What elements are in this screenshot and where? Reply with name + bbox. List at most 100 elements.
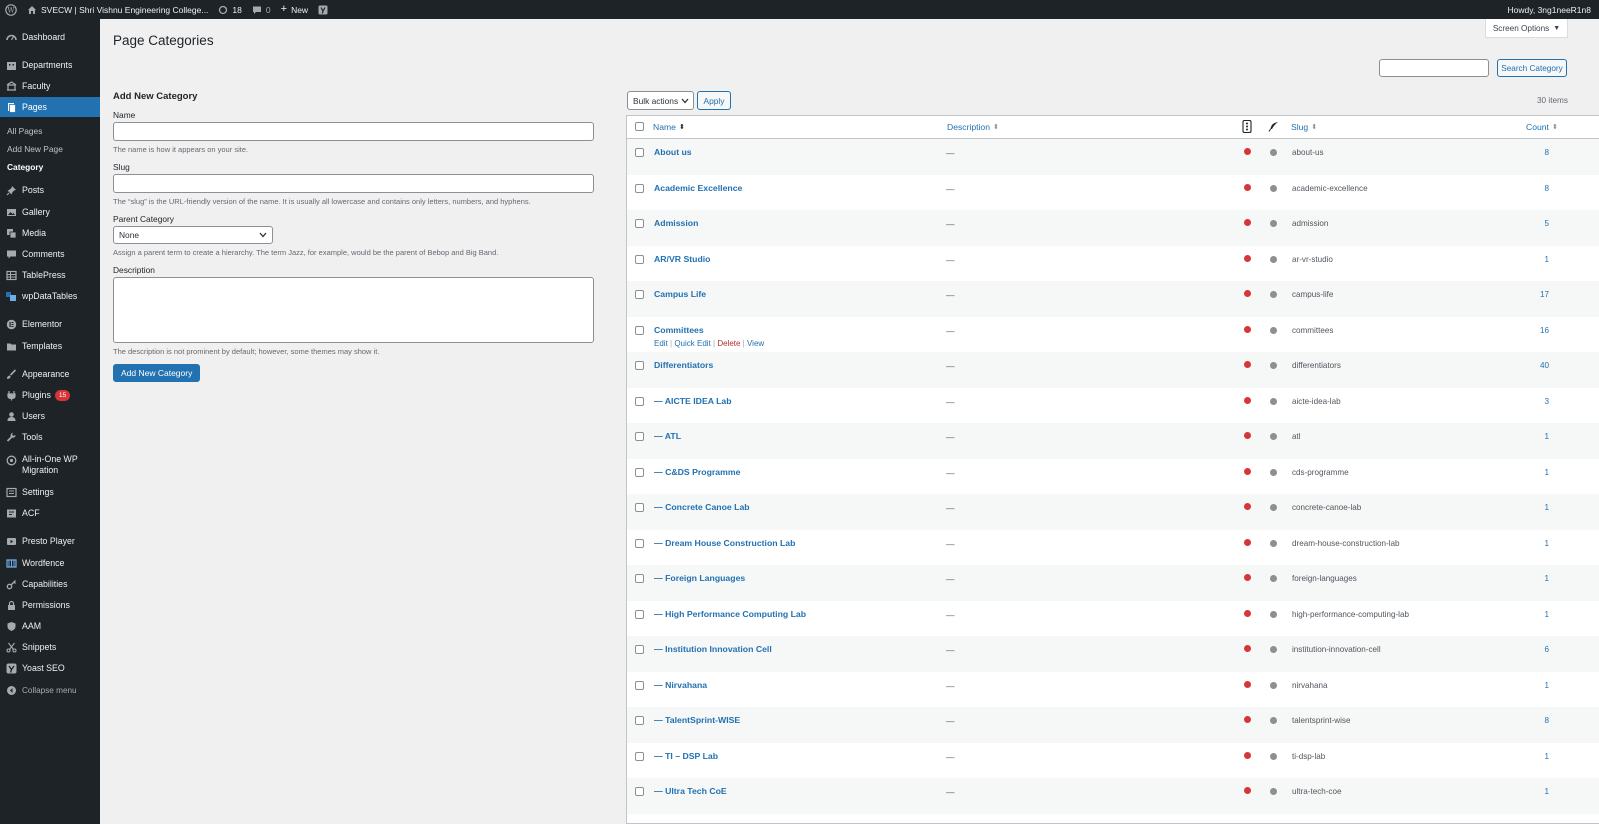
menu-acf[interactable]: ACF [0, 503, 100, 523]
menu-plugins[interactable]: Plugins 15 [0, 385, 100, 405]
menu-media[interactable]: Media [0, 223, 100, 243]
submenu-add-new-page[interactable]: Add New Page [7, 144, 63, 154]
row-checkbox[interactable] [635, 787, 644, 796]
submenu-all-pages[interactable]: All Pages [7, 126, 42, 136]
category-name-link[interactable]: — Dream House Construction Lab [654, 538, 795, 548]
category-name-link[interactable]: — C&DS Programme [654, 467, 740, 477]
category-count-link[interactable]: 8 [1507, 716, 1549, 725]
menu-comments[interactable]: Comments [0, 244, 100, 264]
category-count-link[interactable]: 8 [1507, 184, 1549, 193]
menu-capabilities[interactable]: Capabilities [0, 574, 100, 594]
menu-tools[interactable]: Tools [0, 427, 100, 447]
category-count-link[interactable]: 3 [1507, 397, 1549, 406]
comments-link[interactable]: 0 [247, 0, 276, 19]
row-checkbox[interactable] [635, 325, 644, 335]
row-checkbox[interactable] [635, 396, 644, 406]
category-count-link[interactable]: 1 [1507, 787, 1549, 796]
menu-permissions[interactable]: Permissions [0, 595, 100, 615]
menu-wpdatatables[interactable]: wpDataTables [0, 286, 100, 306]
collapse-menu-button[interactable]: Collapse menu [0, 680, 100, 700]
menu-presto-player[interactable]: Presto Player [0, 531, 100, 551]
menu-appearance[interactable]: Appearance [0, 364, 100, 384]
row-checkbox[interactable] [635, 609, 644, 619]
category-name-link[interactable]: — TI – DSP Lab [654, 751, 718, 761]
menu-aam[interactable]: AAM [0, 616, 100, 636]
quick-edit-link[interactable]: Quick Edit [674, 339, 710, 348]
row-checkbox[interactable] [635, 467, 644, 477]
parent-category-select[interactable]: None [113, 226, 273, 244]
menu-dashboard[interactable]: Dashboard [0, 27, 100, 47]
category-count-link[interactable]: 5 [1507, 219, 1549, 228]
row-checkbox[interactable] [635, 716, 644, 725]
category-name-link[interactable]: — Foreign Languages [654, 573, 745, 583]
search-category-button[interactable]: Search Category [1497, 59, 1567, 77]
category-name-link[interactable]: AR/VR Studio [654, 254, 710, 264]
category-name-link[interactable]: — Concrete Canoe Lab [654, 502, 750, 512]
description-textarea[interactable] [113, 277, 594, 343]
search-category-input[interactable] [1379, 59, 1489, 77]
category-count-link[interactable]: 40 [1507, 361, 1549, 370]
menu-faculty[interactable]: Faculty [0, 76, 100, 96]
row-checkbox[interactable] [635, 148, 644, 157]
row-checkbox[interactable] [635, 538, 644, 548]
category-name-link[interactable]: — Nirvahana [654, 680, 707, 690]
row-checkbox[interactable] [635, 219, 644, 228]
category-name-link[interactable]: Academic Excellence [654, 183, 742, 193]
category-count-link[interactable]: 1 [1507, 539, 1549, 548]
category-name-link[interactable]: Campus Life [654, 289, 706, 299]
delete-link[interactable]: Delete [717, 339, 740, 348]
category-count-link[interactable]: 1 [1507, 752, 1549, 761]
menu-tablepress[interactable]: TablePress [0, 265, 100, 285]
menu-all-in-one-migration[interactable]: All-in-One WP Migration [0, 454, 100, 480]
row-checkbox[interactable] [635, 680, 644, 690]
category-count-link[interactable]: 1 [1507, 574, 1549, 583]
row-checkbox[interactable] [635, 361, 644, 370]
menu-wordfence[interactable]: Wordfence [0, 553, 100, 573]
row-checkbox[interactable] [635, 183, 644, 193]
bulk-actions-select[interactable]: Bulk actions [627, 91, 694, 110]
category-name-link[interactable]: — Institution Innovation Cell [654, 644, 772, 654]
row-checkbox[interactable] [635, 254, 644, 264]
row-checkbox[interactable] [635, 503, 644, 512]
site-name-link[interactable]: SVECW | Shri Vishnu Engineering College.… [22, 0, 213, 19]
row-checkbox[interactable] [635, 574, 644, 583]
row-checkbox[interactable] [635, 751, 644, 761]
category-name-link[interactable]: — AICTE IDEA Lab [654, 396, 732, 406]
menu-users[interactable]: Users [0, 406, 100, 426]
column-name-header[interactable]: Name ⬍ [653, 122, 685, 132]
name-field[interactable] [113, 122, 594, 141]
menu-departments[interactable]: Departments [0, 55, 100, 75]
menu-templates[interactable]: Templates [0, 336, 100, 356]
column-seo-score-header[interactable] [1242, 119, 1252, 135]
category-count-link[interactable]: 1 [1507, 610, 1549, 619]
menu-pages[interactable]: Pages [0, 97, 100, 117]
category-count-link[interactable]: 1 [1507, 503, 1549, 512]
menu-elementor[interactable]: Elementor [0, 314, 100, 334]
menu-settings[interactable]: Settings [0, 482, 100, 502]
wordpress-logo-icon[interactable]: W [0, 0, 22, 19]
column-description-header[interactable]: Description ⬍ [947, 122, 999, 132]
category-count-link[interactable]: 1 [1507, 468, 1549, 477]
edit-link[interactable]: Edit [654, 339, 668, 348]
row-checkbox[interactable] [635, 432, 644, 441]
view-link[interactable]: View [747, 339, 764, 348]
category-name-link[interactable]: — High Performance Computing Lab [654, 609, 806, 619]
menu-yoast-seo[interactable]: Yoast SEO [0, 658, 100, 678]
new-content-link[interactable]: + New [276, 0, 313, 19]
select-all-checkbox[interactable] [635, 122, 644, 131]
menu-gallery[interactable]: Gallery [0, 202, 100, 222]
category-name-link[interactable]: Differentiators [654, 360, 713, 370]
slug-field[interactable] [113, 174, 594, 193]
category-count-link[interactable]: 1 [1507, 432, 1549, 441]
column-count-header[interactable]: Count ⬍ [1526, 122, 1558, 132]
category-count-link[interactable]: 1 [1507, 681, 1549, 690]
updates-link[interactable]: 18 [213, 0, 246, 19]
category-count-link[interactable]: 6 [1507, 645, 1549, 654]
category-count-link[interactable]: 8 [1507, 148, 1549, 157]
row-checkbox[interactable] [635, 645, 644, 654]
account-link[interactable]: Howdy, 3ng1neeR1n8 [1503, 0, 1599, 19]
row-checkbox[interactable] [635, 290, 644, 299]
yoast-toolbar-icon[interactable] [313, 0, 333, 19]
category-name-link[interactable]: Committees [654, 325, 704, 335]
column-slug-header[interactable]: Slug ⬍ [1291, 122, 1317, 132]
